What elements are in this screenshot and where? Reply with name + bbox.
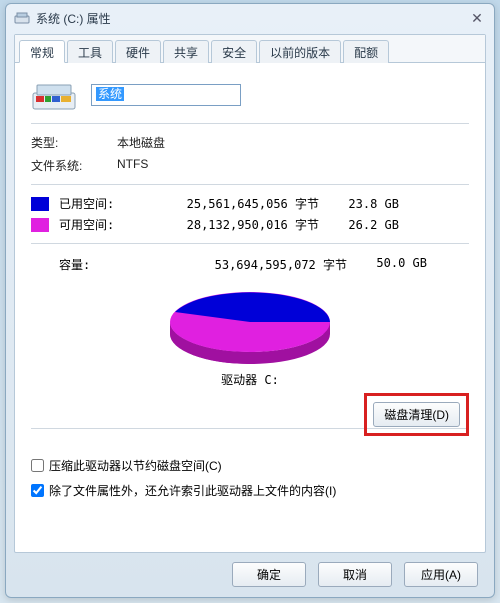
compress-label: 压缩此驱动器以节约磁盘空间(C) — [49, 457, 222, 474]
separator — [31, 243, 469, 244]
tab-security[interactable]: 安全 — [211, 40, 257, 63]
properties-window: 系统 (C:) 属性 ✕ 常规 工具 硬件 共享 安全 以前的版本 配额 — [5, 3, 495, 598]
index-checkbox-row[interactable]: 除了文件属性外，还允许索引此驱动器上文件的内容(I) — [31, 482, 469, 499]
index-label: 除了文件属性外，还允许索引此驱动器上文件的内容(I) — [49, 482, 336, 499]
drive-caption: 驱动器 C: — [31, 371, 469, 388]
tab-hardware[interactable]: 硬件 — [115, 40, 161, 63]
compress-checkbox-row[interactable]: 压缩此驱动器以节约磁盘空间(C) — [31, 457, 469, 474]
dialog-footer: 确定 取消 应用(A) — [6, 557, 494, 591]
separator — [31, 184, 469, 185]
tab-general[interactable]: 常规 — [19, 40, 65, 63]
index-checkbox[interactable] — [31, 484, 44, 497]
capacity-label: 容量: — [59, 256, 177, 273]
fs-label: 文件系统: — [31, 157, 117, 174]
tab-previous-versions[interactable]: 以前的版本 — [259, 40, 341, 63]
type-label: 类型: — [31, 134, 117, 151]
capacity-bytes: 53,694,595,072 字节 — [177, 256, 347, 273]
window-title: 系统 (C:) 属性 — [36, 10, 111, 27]
general-panel: 系统 类型: 本地磁盘 文件系统: NTFS 已用空间: 25,561,645,… — [15, 63, 485, 515]
drive-icon — [31, 77, 77, 113]
tab-quota[interactable]: 配额 — [343, 40, 389, 63]
tab-sharing[interactable]: 共享 — [163, 40, 209, 63]
apply-button[interactable]: 应用(A) — [404, 562, 478, 587]
free-swatch — [31, 218, 49, 232]
free-gb: 26.2 GB — [319, 218, 399, 232]
close-icon[interactable]: ✕ — [468, 9, 486, 27]
tabstrip: 常规 工具 硬件 共享 安全 以前的版本 配额 — [15, 35, 485, 63]
used-bytes: 25,561,645,056 字节 — [149, 195, 319, 212]
fs-value: NTFS — [117, 157, 148, 174]
free-label: 可用空间: — [59, 216, 149, 233]
pie-chart: 驱动器 C: — [31, 279, 469, 388]
drive-name-value: 系统 — [96, 87, 124, 101]
cancel-button[interactable]: 取消 — [318, 562, 392, 587]
separator — [31, 123, 469, 124]
used-label: 已用空间: — [59, 195, 149, 212]
type-value: 本地磁盘 — [117, 134, 165, 151]
capacity-gb: 50.0 GB — [347, 256, 427, 273]
drive-icon-small — [14, 10, 30, 26]
compress-checkbox[interactable] — [31, 459, 44, 472]
used-swatch — [31, 197, 49, 211]
free-bytes: 28,132,950,016 字节 — [149, 216, 319, 233]
tab-tools[interactable]: 工具 — [67, 40, 113, 63]
ok-button[interactable]: 确定 — [232, 562, 306, 587]
used-gb: 23.8 GB — [319, 197, 399, 211]
disk-cleanup-button[interactable]: 磁盘清理(D) — [373, 402, 460, 427]
client-area: 常规 工具 硬件 共享 安全 以前的版本 配额 — [14, 34, 486, 553]
drive-name-input[interactable]: 系统 — [91, 84, 241, 106]
cleanup-highlight: 磁盘清理(D) — [364, 393, 469, 436]
titlebar[interactable]: 系统 (C:) 属性 ✕ — [6, 4, 494, 32]
